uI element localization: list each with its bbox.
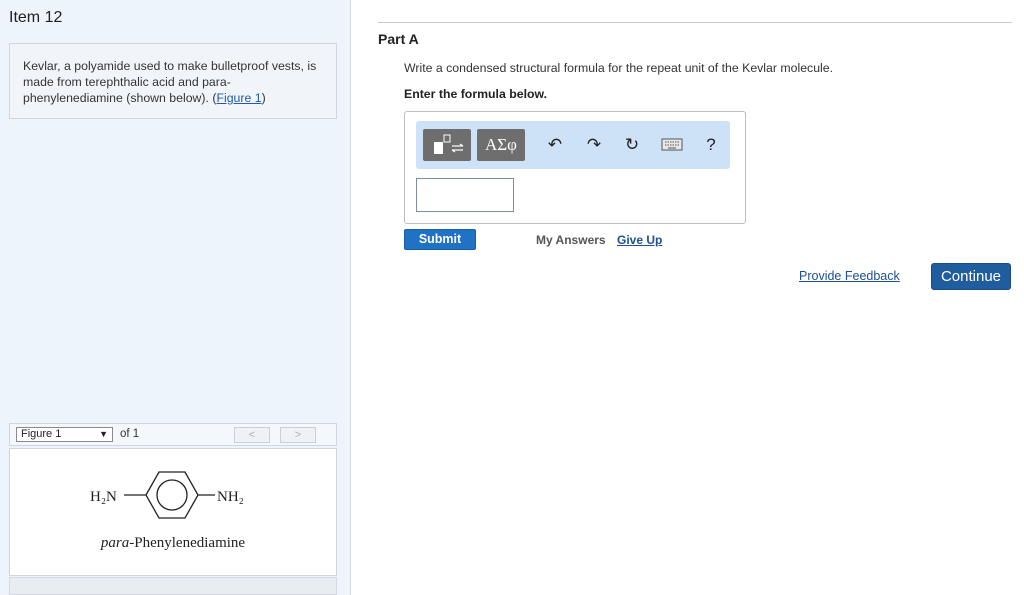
my-answers-label: My Answers xyxy=(536,233,606,247)
submit-button[interactable]: Submit xyxy=(404,229,476,250)
caption-name: -Phenylenediamine xyxy=(129,535,246,551)
header-divider xyxy=(378,22,1012,23)
continue-button[interactable]: Continue xyxy=(931,263,1011,290)
figure-panel: H₂N NH₂ para-Phenylenediamine xyxy=(9,448,337,576)
keyboard-glyph xyxy=(661,138,683,151)
redo-icon[interactable]: ↷ xyxy=(584,135,604,155)
figure-footer-strip xyxy=(9,577,337,595)
editor-toolbar: ΑΣφ ↶ ↷ ↻ ? xyxy=(416,121,730,169)
undo-icon[interactable]: ↶ xyxy=(545,135,565,155)
figure-navigator: Figure 1 ▼ of 1 < > xyxy=(9,423,337,446)
formula-editor: ΑΣφ ↶ ↷ ↻ ? xyxy=(404,111,746,224)
question-prompt: Write a condensed structural formula for… xyxy=(404,61,834,75)
figure-select[interactable]: Figure 1 ▼ xyxy=(16,427,113,442)
aromatic-circle xyxy=(156,479,188,511)
next-figure-button[interactable]: > xyxy=(280,427,316,443)
part-title: Part A xyxy=(378,31,419,47)
enter-formula-label: Enter the formula below. xyxy=(404,87,548,101)
reset-icon[interactable]: ↻ xyxy=(622,135,642,155)
molecule-structure: H₂N NH₂ xyxy=(90,471,244,519)
figure-link[interactable]: Figure 1 xyxy=(216,91,261,105)
problem-statement: Kevlar, a polyamide used to make bulletp… xyxy=(9,43,337,119)
provide-feedback-link[interactable]: Provide Feedback xyxy=(799,269,900,283)
figure-select-value: Figure 1 xyxy=(21,428,62,440)
dropdown-arrow-icon: ▼ xyxy=(99,429,108,439)
caption-prefix: para xyxy=(100,535,130,551)
keyboard-icon[interactable] xyxy=(661,135,683,158)
figure-count: of 1 xyxy=(120,428,140,440)
amine-group-left: H₂N xyxy=(90,489,117,505)
help-icon[interactable]: ? xyxy=(701,135,721,155)
figure-caption: para-Phenylenediamine xyxy=(10,535,336,552)
item-title: Item 12 xyxy=(9,9,63,26)
template-button[interactable] xyxy=(423,129,471,161)
template-icon xyxy=(434,134,464,154)
greek-symbols-button[interactable]: ΑΣφ xyxy=(477,129,525,161)
benzene-ring xyxy=(145,471,199,519)
answer-input[interactable] xyxy=(416,178,514,212)
left-panel: Item 12 Kevlar, a polyamide used to make… xyxy=(0,0,351,595)
give-up-link[interactable]: Give Up xyxy=(617,233,662,247)
problem-text: Kevlar, a polyamide used to make bulletp… xyxy=(23,59,317,105)
prev-figure-button[interactable]: < xyxy=(234,427,270,443)
problem-text-end: ) xyxy=(261,91,266,105)
amine-group-right: NH₂ xyxy=(217,489,244,505)
